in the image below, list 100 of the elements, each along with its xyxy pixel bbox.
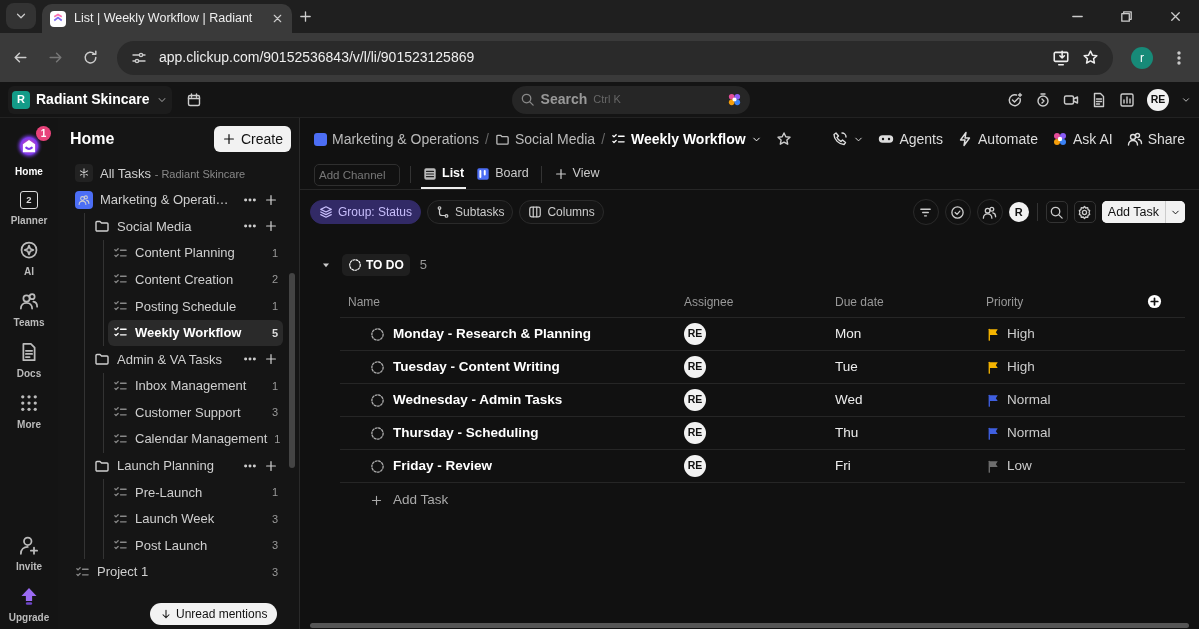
new-reminder-button[interactable] xyxy=(1007,91,1023,108)
profile-avatar[interactable]: r xyxy=(1131,46,1153,69)
tab-search-button[interactable] xyxy=(6,3,36,29)
calendar-button[interactable] xyxy=(185,91,202,108)
list-item[interactable]: Launch Week 3 xyxy=(108,505,283,533)
add-task-row[interactable]: Add Task xyxy=(340,483,1185,517)
docs-button[interactable] xyxy=(1091,91,1107,108)
status-circle-icon xyxy=(370,458,385,474)
call-button[interactable] xyxy=(832,131,865,147)
task-name[interactable]: Monday - Research & Planning xyxy=(393,323,592,345)
columns-icon xyxy=(528,205,543,219)
item-label: All Tasks xyxy=(100,165,152,181)
list-item[interactable]: Content Planning 1 xyxy=(108,239,283,267)
workspace-switcher[interactable]: R Radiant Skincare xyxy=(8,85,172,114)
add-view-button[interactable]: View xyxy=(551,160,602,189)
list-item[interactable]: Content Creation 2 xyxy=(108,266,283,293)
settings-button[interactable] xyxy=(1073,201,1096,223)
timer-button[interactable] xyxy=(1035,91,1051,108)
folder-item[interactable]: Launch Planning xyxy=(89,452,283,480)
back-button[interactable] xyxy=(12,49,29,66)
user-avatar[interactable]: R xyxy=(1008,202,1029,222)
view-tab[interactable]: Board xyxy=(474,160,531,189)
list-item[interactable]: Weekly Workflow 5 xyxy=(108,319,283,347)
view-tab[interactable]: List xyxy=(421,160,467,189)
list-item[interactable]: Inbox Management 1 xyxy=(108,372,283,400)
rail-more-button[interactable]: More xyxy=(13,393,45,432)
subtasks-icon xyxy=(436,205,451,219)
restore-button[interactable] xyxy=(1119,9,1134,24)
list-item[interactable]: Customer Support 3 xyxy=(108,399,283,426)
rail-home-button[interactable]: 1 Home xyxy=(7,126,51,179)
home-icon xyxy=(15,132,43,160)
list-item[interactable]: Posting Schedule 1 xyxy=(108,292,283,320)
rail-planner-button[interactable]: 2 Planner xyxy=(6,191,52,228)
search-field[interactable]: Search Ctrl K xyxy=(511,85,750,114)
timer-icon xyxy=(1035,91,1051,108)
add-column-button[interactable] xyxy=(1147,294,1162,309)
close-button[interactable] xyxy=(1168,9,1183,24)
workspace-logo: R xyxy=(12,90,30,109)
add-icon xyxy=(264,219,278,234)
columns-chip[interactable]: Columns xyxy=(519,200,604,224)
list-item[interactable]: Post Launch 3 xyxy=(108,532,283,559)
status-circle-icon xyxy=(370,359,385,375)
upgrade-icon xyxy=(19,586,39,606)
subtasks-chip[interactable]: Subtasks xyxy=(427,200,514,224)
share-button[interactable]: Share xyxy=(1126,128,1185,150)
user-avatar[interactable]: RE xyxy=(1147,88,1169,111)
breadcrumb-link[interactable]: Weekly Workflow xyxy=(611,128,762,150)
folder-item[interactable]: Admin & VA Tasks xyxy=(89,346,283,373)
dashboard-button[interactable] xyxy=(1119,91,1135,108)
ai-icon xyxy=(19,240,39,260)
rail-upgrade-button[interactable]: Upgrade xyxy=(4,586,54,625)
new-tab-button[interactable] xyxy=(298,9,313,24)
space-icon xyxy=(314,132,327,146)
workspace-sublabel: - Radiant Skincare xyxy=(154,167,246,180)
search-button[interactable] xyxy=(1045,201,1068,223)
search-icon xyxy=(519,92,535,107)
task-name[interactable]: Tuesday - Content Writing xyxy=(393,356,560,378)
agents-button[interactable]: Agents xyxy=(878,128,943,150)
group-chip[interactable]: Group: Status xyxy=(310,200,422,224)
due-date-cell: Wed xyxy=(827,384,978,417)
assignee-avatar: RE xyxy=(684,323,706,345)
rail-docs-button[interactable]: Docs xyxy=(12,342,46,381)
space-item[interactable]: Marketing & Operati… xyxy=(70,186,283,214)
priority-label: Normal xyxy=(1007,423,1051,442)
breadcrumb-link[interactable]: Marketing & Operations xyxy=(314,128,480,150)
favorite-button[interactable] xyxy=(775,131,792,147)
close-tab-button[interactable] xyxy=(271,12,284,25)
address-bar[interactable]: app.clickup.com/90152536843/v/l/li/901523125869 xyxy=(117,40,1113,75)
breadcrumb-link[interactable]: Social Media xyxy=(494,128,596,150)
column-header: Priority xyxy=(978,286,1139,318)
layers-icon xyxy=(319,205,333,219)
add-channel-field[interactable]: Add Channel xyxy=(314,163,400,186)
url-text: app.clickup.com/90152536843/v/l/li/901523125869 xyxy=(159,48,475,67)
search-icon xyxy=(1049,204,1065,220)
tab-title: List | Weekly Workflow | Radiant xyxy=(74,10,254,28)
task-name[interactable]: Wednesday - Admin Tasks xyxy=(393,389,563,411)
phone-icon xyxy=(832,131,849,147)
forward-button[interactable] xyxy=(47,49,64,66)
task-name[interactable]: Friday - Review xyxy=(393,455,493,477)
due-date-cell: Tue xyxy=(827,351,978,384)
automate-button[interactable]: Automate xyxy=(957,128,1038,150)
restore-icon xyxy=(1119,9,1134,24)
rail-invite-button[interactable]: Invite xyxy=(11,535,47,574)
create-button[interactable]: Create xyxy=(213,126,291,152)
unread-mentions-button[interactable]: Unread mentions xyxy=(150,603,278,625)
list-item[interactable]: Project 1 3 xyxy=(70,558,283,586)
rail-teams-button[interactable]: Teams xyxy=(9,291,49,330)
reload-button[interactable] xyxy=(82,49,99,66)
folder-item[interactable]: Social Media xyxy=(89,213,283,240)
rail-ai-button[interactable]: AI xyxy=(15,240,43,279)
plus-icon xyxy=(553,166,568,181)
ai-button[interactable]: Ask AI xyxy=(1051,128,1113,150)
task-name[interactable]: Thursday - Scheduling xyxy=(393,422,539,444)
add-task-menu-button[interactable] xyxy=(1165,201,1185,223)
all-tasks-item[interactable]: All Tasks - Radiant Skincare xyxy=(70,160,283,187)
breadcrumb-separator: / xyxy=(601,129,605,149)
browser-tab[interactable]: List | Weekly Workflow | Radiant xyxy=(42,4,292,33)
list-item[interactable]: Pre-Launch 1 xyxy=(108,479,283,506)
due-date-cell: Thu xyxy=(827,417,978,450)
list-item[interactable]: Calendar Management 1 xyxy=(108,425,283,453)
